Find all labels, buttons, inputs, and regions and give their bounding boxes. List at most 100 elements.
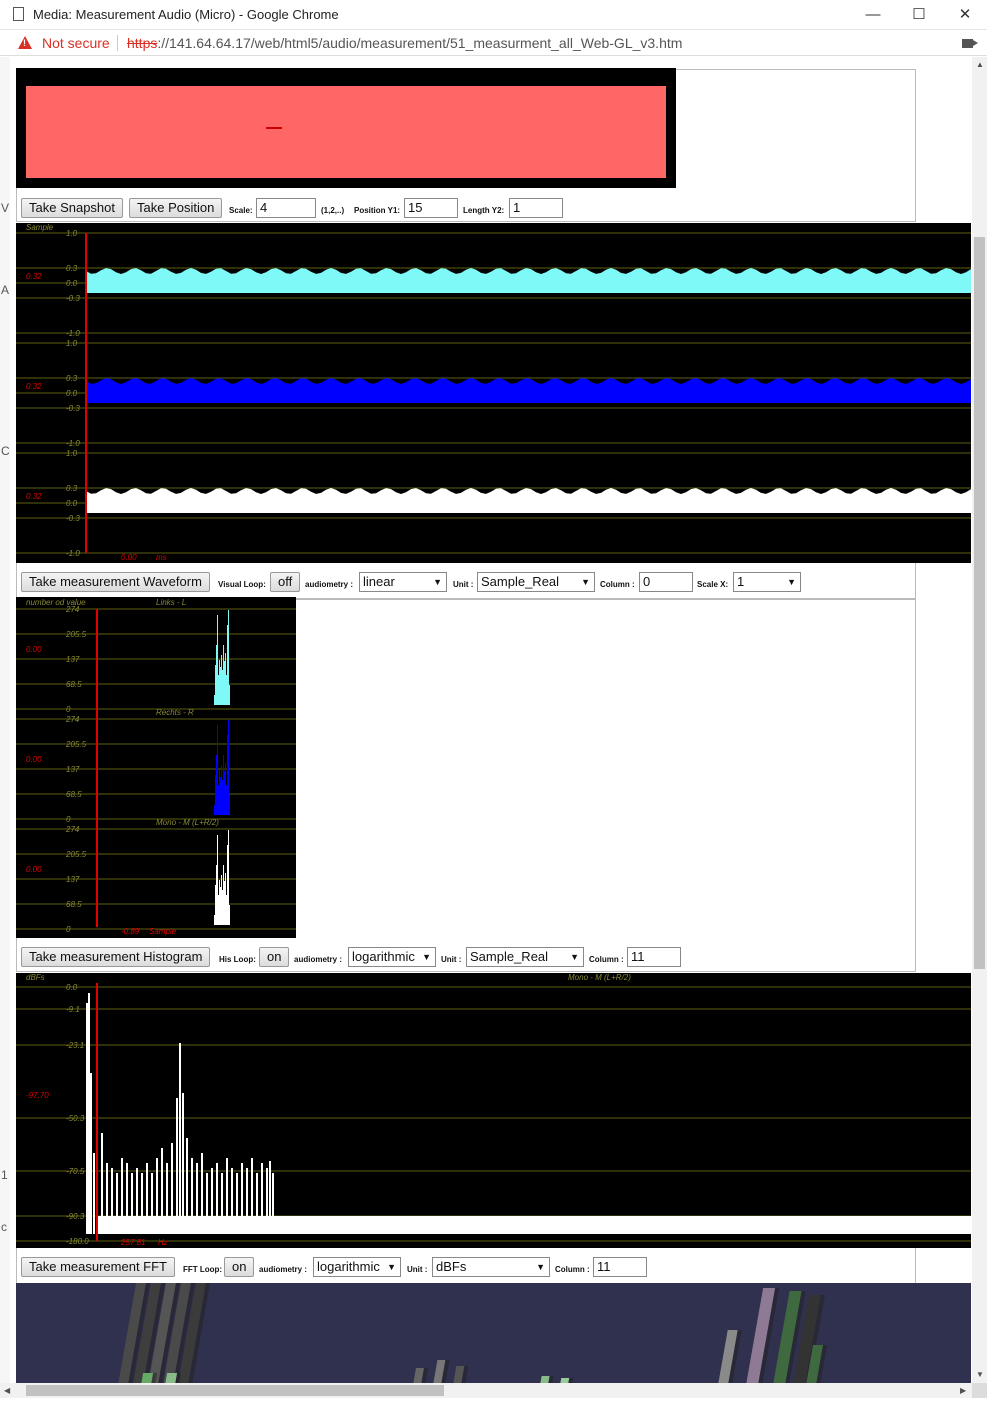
minimize-button[interactable]: — [850, 4, 896, 26]
cursor-unit: ms [156, 553, 167, 562]
scroll-left-arrow-icon[interactable]: ◀ [4, 1386, 10, 1395]
histogram-bar [214, 805, 215, 815]
maximize-button[interactable]: ☐ [896, 4, 942, 26]
histogram-bar [214, 915, 215, 925]
column-input[interactable]: 0 [639, 572, 693, 592]
y-tick-label: -1.0 [66, 439, 80, 448]
fft-peak [90, 1073, 92, 1234]
y-tick-label: -9.1 [66, 1005, 80, 1014]
fft-peak [116, 1173, 118, 1234]
browser-title-bar: Media: Measurement Audio (Micro) - Googl… [0, 0, 987, 30]
y-tick-label: -1.0 [66, 549, 80, 558]
close-button[interactable]: ✕ [942, 4, 987, 26]
y-tick-label: 0.0 [66, 389, 78, 398]
take-position-button[interactable]: Take Position [129, 198, 223, 218]
audiometry-select[interactable]: linear [359, 572, 447, 592]
y-tick-label: 137 [66, 765, 80, 774]
take-waveform-button[interactable]: Take measurement Waveform [21, 572, 210, 592]
audiometry-select[interactable]: logarithmic [348, 947, 436, 967]
url-text[interactable]: https://141.64.64.17/web/html5/audio/mea… [127, 35, 682, 51]
left-page-edge: V A C 1 c [0, 57, 10, 1383]
camera-icon[interactable] [962, 39, 973, 48]
cursor-unit: Sample [149, 927, 177, 936]
level-marker-label: 0.00 [26, 755, 42, 764]
unit-select[interactable]: Sample_Real [477, 572, 595, 592]
channel-name: Links - L [156, 598, 186, 607]
fft-y-label: dBFs [26, 973, 45, 982]
fft-peak [196, 1163, 198, 1234]
cursor-value: 0.00 [121, 553, 137, 562]
fft-peak [182, 1093, 184, 1234]
left-edge-letter: C [1, 444, 10, 458]
y-tick-label: -0.3 [66, 514, 80, 523]
y-tick-label: 274 [65, 605, 80, 614]
position-y1-label: Position Y1: [354, 206, 401, 215]
scroll-up-arrow-icon[interactable]: ▲ [976, 60, 984, 69]
take-fft-button[interactable]: Take measurement FFT [21, 1257, 175, 1277]
horizontal-scrollbar[interactable]: ◀ ▶ [0, 1383, 972, 1398]
address-bar[interactable]: Not secure https://141.64.64.17/web/html… [0, 30, 987, 56]
fft-peak [272, 1173, 274, 1234]
fft-peak [236, 1173, 238, 1234]
security-status[interactable]: Not secure [42, 35, 110, 51]
histogram-bar [215, 680, 229, 705]
position-y1-input[interactable]: 15 [404, 198, 458, 218]
cursor-unit: Hz [158, 1238, 168, 1247]
scale-x-select[interactable]: 1 [733, 572, 801, 592]
column-input[interactable]: 11 [593, 1257, 647, 1277]
channel-name: Mono - M (L+R/2) [156, 818, 219, 827]
webgl-3d-canvas[interactable] [16, 1283, 971, 1383]
scale-input[interactable]: 4 [256, 198, 316, 218]
y-tick-label: -70.5 [66, 1167, 85, 1176]
fft-peak [226, 1158, 228, 1234]
take-snapshot-button[interactable]: Take Snapshot [21, 198, 124, 218]
waveform-canvas[interactable]: Sample 1.0 0.3 0.0 -0.3 -1.0 0.32 1.0 0.3 0.0 -0.3… [16, 223, 971, 563]
fft-peak [151, 1173, 153, 1234]
y-tick-label: 0.3 [66, 374, 78, 383]
fft-peak [86, 1003, 88, 1234]
fft-floor [98, 1216, 971, 1234]
column-input[interactable]: 11 [627, 947, 681, 967]
horizontal-scroll-thumb[interactable] [26, 1385, 444, 1396]
length-y2-label: Length Y2: [463, 206, 505, 215]
unit-select[interactable]: Sample_Real [466, 947, 584, 967]
fft-peak [161, 1148, 163, 1234]
y-tick-label: 0.0 [66, 279, 78, 288]
visual-loop-button[interactable]: off [270, 572, 301, 592]
level-marker-label: 0.00 [26, 645, 42, 654]
snapshot-canvas[interactable] [16, 68, 676, 188]
fft-peak [191, 1158, 193, 1234]
fft-peak [111, 1168, 113, 1234]
fft-peak [266, 1168, 268, 1234]
vertical-scrollbar[interactable]: ▲ ▼ [972, 57, 987, 1383]
his-loop-label: His Loop: [219, 955, 256, 964]
unit-select[interactable]: dBFs [432, 1257, 550, 1277]
audiometry-select[interactable]: logarithmic [313, 1257, 401, 1277]
y-tick-label: 0.3 [66, 484, 78, 493]
fft-canvas[interactable]: dBFs Mono - M (L+R/2) 0.0 -9.1 -23.1 -50.3 -70… [16, 973, 971, 1248]
bar-face [165, 1373, 178, 1383]
scroll-right-arrow-icon[interactable]: ▶ [960, 1386, 966, 1395]
fft-loop-button[interactable]: on [224, 1257, 255, 1277]
length-y2-input[interactable]: 1 [509, 198, 563, 218]
y-tick-label: 205.5 [65, 740, 87, 749]
y-tick-label: 1.0 [66, 229, 78, 238]
y-tick-label: 0 [66, 705, 71, 714]
fft-peak [176, 1098, 178, 1234]
vertical-scroll-thumb[interactable] [974, 237, 985, 969]
take-histogram-button[interactable]: Take measurement Histogram [21, 947, 211, 967]
column-label: Column : [600, 580, 635, 589]
y-tick-label: -0.3 [66, 294, 80, 303]
bar-face [141, 1373, 154, 1383]
fft-peak [206, 1173, 208, 1234]
snapshot-marker [266, 127, 282, 129]
histogram-canvas[interactable]: number od value Links - L274205.513768.50… [16, 597, 296, 938]
scroll-down-arrow-icon[interactable]: ▼ [976, 1370, 984, 1379]
fft-peak [261, 1163, 263, 1234]
warning-icon[interactable] [18, 36, 32, 49]
level-marker-label: -97.70 [26, 1091, 49, 1100]
fft-loop-label: FFT Loop: [183, 1265, 223, 1274]
audiometry-label: audiometry : [259, 1265, 308, 1274]
his-loop-button[interactable]: on [259, 947, 290, 967]
fft-peak [166, 1163, 168, 1234]
